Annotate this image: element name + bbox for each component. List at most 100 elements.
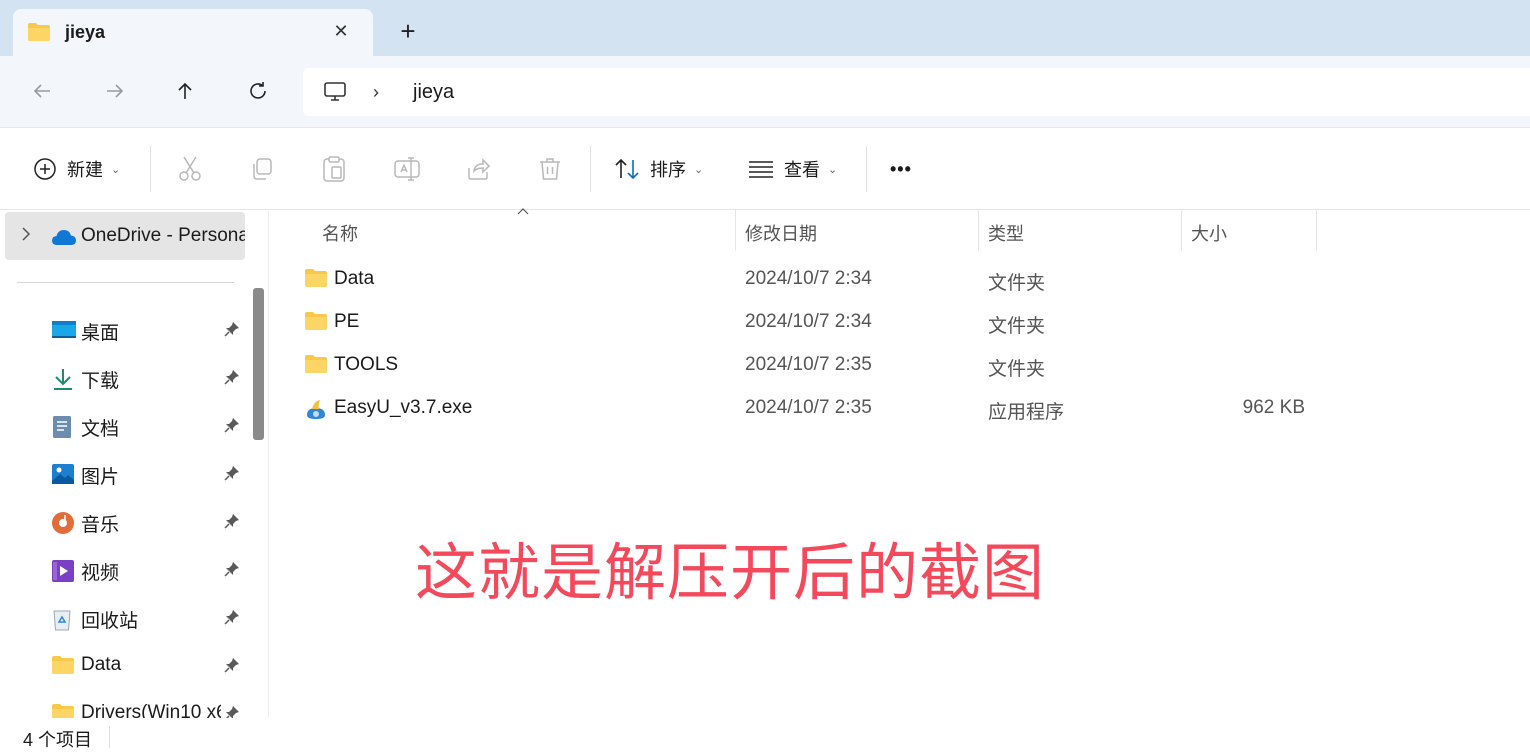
sidebar-item-label: Drivers(Win10 x6 xyxy=(81,702,221,718)
pin-icon[interactable] xyxy=(224,513,240,534)
cut-button[interactable] xyxy=(177,152,203,186)
pin-icon[interactable] xyxy=(224,465,240,486)
rename-icon xyxy=(394,157,420,181)
rename-button[interactable] xyxy=(393,152,421,186)
file-list: 名称 修改日期 类型 大小 Data 2024/10/7 2:34 文件夹 PE… xyxy=(276,208,1530,718)
sidebar-item-data[interactable]: Data xyxy=(0,645,250,689)
sidebar-item-music[interactable]: 音乐 xyxy=(0,501,250,545)
sidebar-item-pictures[interactable]: 图片 xyxy=(0,453,250,497)
divider xyxy=(590,146,591,192)
download-icon xyxy=(51,367,75,391)
column-header-type[interactable]: 类型 xyxy=(988,220,1024,246)
new-tab-button[interactable]: + xyxy=(395,18,421,44)
sidebar-item-desktop[interactable]: 桌面 xyxy=(0,309,250,353)
file-date: 2024/10/7 2:34 xyxy=(745,268,872,289)
up-button[interactable] xyxy=(170,76,200,106)
copy-button[interactable] xyxy=(249,152,275,186)
column-header-size[interactable]: 大小 xyxy=(1191,220,1227,246)
refresh-button[interactable] xyxy=(243,76,273,106)
tab-jieya[interactable]: jieya ✕ xyxy=(13,9,373,56)
documents-icon xyxy=(51,415,75,439)
videos-icon xyxy=(51,559,75,583)
pictures-icon xyxy=(51,463,75,487)
sidebar-item-onedrive[interactable]: OneDrive - Persona xyxy=(5,212,245,260)
column-divider[interactable] xyxy=(1316,210,1317,251)
sidebar-item-recycle-bin[interactable]: 回收站 xyxy=(0,597,250,641)
sidebar-item-label: 图片 xyxy=(81,467,120,488)
divider xyxy=(109,726,110,748)
file-row-tools[interactable]: TOOLS 2024/10/7 2:35 文件夹 xyxy=(276,344,1530,387)
pane-divider[interactable] xyxy=(268,210,269,718)
new-label: 新建 xyxy=(67,160,103,180)
column-divider[interactable] xyxy=(735,210,736,251)
breadcrumb-separator: › xyxy=(373,82,379,102)
arrow-right-icon xyxy=(107,84,124,98)
pin-icon[interactable] xyxy=(224,369,240,390)
delete-button[interactable] xyxy=(537,152,563,186)
music-icon xyxy=(51,511,75,535)
annotation-text: 这就是解压开后的截图 xyxy=(415,539,1046,608)
sidebar-item-label: 视频 xyxy=(81,563,120,584)
sort-button[interactable]: 排序 ⌄ xyxy=(614,152,703,186)
view-button[interactable]: 查看 ⌄ xyxy=(748,152,837,186)
folder-icon xyxy=(304,268,328,293)
file-name: TOOLS xyxy=(334,354,399,375)
sidebar-item-label: 音乐 xyxy=(81,515,120,536)
chevron-right-icon[interactable] xyxy=(21,226,31,247)
command-bar: 新建 ⌄ 排序 ⌄ 查看 ⌄ ••• xyxy=(0,128,1530,210)
pin-icon[interactable] xyxy=(224,657,240,678)
forward-button[interactable] xyxy=(100,76,130,106)
more-options-button[interactable]: ••• xyxy=(890,152,912,186)
chevron-down-icon: ⌄ xyxy=(828,163,838,176)
folder-icon xyxy=(51,703,75,718)
folder-icon xyxy=(51,655,75,679)
scissors-icon xyxy=(179,156,201,181)
pin-icon[interactable] xyxy=(224,417,240,438)
desktop-icon xyxy=(51,319,76,343)
navigation-pane: OneDrive - Persona 桌面 下载 文档 图片 音乐 视频 回收站… xyxy=(0,210,268,718)
plus-circle-icon xyxy=(34,158,56,180)
new-button[interactable]: 新建 ⌄ xyxy=(33,152,120,186)
file-row-pe[interactable]: PE 2024/10/7 2:34 文件夹 xyxy=(276,301,1530,344)
file-type: 文件夹 xyxy=(988,316,1046,337)
sidebar-item-label: 桌面 xyxy=(81,323,120,344)
sort-ascending-icon xyxy=(517,204,529,218)
file-row-easyu[interactable]: EasyU_v3.7.exe 2024/10/7 2:35 应用程序 962 K… xyxy=(276,387,1530,430)
sidebar-item-label: 下载 xyxy=(81,371,120,392)
sidebar-scrollbar[interactable] xyxy=(253,288,264,440)
column-header-name[interactable]: 名称 xyxy=(322,220,358,246)
pin-icon[interactable] xyxy=(224,561,240,582)
file-row-data[interactable]: Data 2024/10/7 2:34 文件夹 xyxy=(276,258,1530,301)
column-divider[interactable] xyxy=(1181,210,1182,251)
folder-icon xyxy=(27,22,51,47)
file-type: 应用程序 xyxy=(988,402,1065,423)
column-divider[interactable] xyxy=(978,210,979,251)
chevron-down-icon: ⌄ xyxy=(694,163,704,176)
share-icon xyxy=(468,158,491,180)
sidebar-item-videos[interactable]: 视频 xyxy=(0,549,250,593)
back-button[interactable] xyxy=(27,76,57,106)
file-type: 文件夹 xyxy=(988,359,1046,380)
paste-button[interactable] xyxy=(321,152,347,186)
divider xyxy=(150,146,151,192)
sidebar-item-downloads[interactable]: 下载 xyxy=(0,357,250,401)
breadcrumb-jieya[interactable]: jieya xyxy=(413,81,454,104)
close-tab-button[interactable]: ✕ xyxy=(329,19,353,43)
address-bar[interactable]: › jieya xyxy=(303,68,1530,116)
pin-icon[interactable] xyxy=(224,609,240,630)
column-header-date[interactable]: 修改日期 xyxy=(745,220,817,246)
sidebar-item-documents[interactable]: 文档 xyxy=(0,405,250,449)
sort-label: 排序 xyxy=(650,160,686,180)
share-button[interactable] xyxy=(465,152,491,186)
sort-icon xyxy=(615,158,639,180)
onedrive-cloud-icon xyxy=(51,228,77,251)
sidebar-item-label: 文档 xyxy=(81,419,120,440)
pin-icon[interactable] xyxy=(224,705,240,718)
pin-icon[interactable] xyxy=(224,321,240,342)
status-bar: 4 个项目 xyxy=(0,718,1530,756)
navigation-bar: › jieya xyxy=(0,56,1530,128)
sidebar-item-drivers[interactable]: Drivers(Win10 x6 xyxy=(0,693,245,718)
copy-icon xyxy=(253,158,272,180)
tab-strip: jieya ✕ + xyxy=(0,0,1530,56)
sidebar-item-label: 回收站 xyxy=(81,611,139,632)
